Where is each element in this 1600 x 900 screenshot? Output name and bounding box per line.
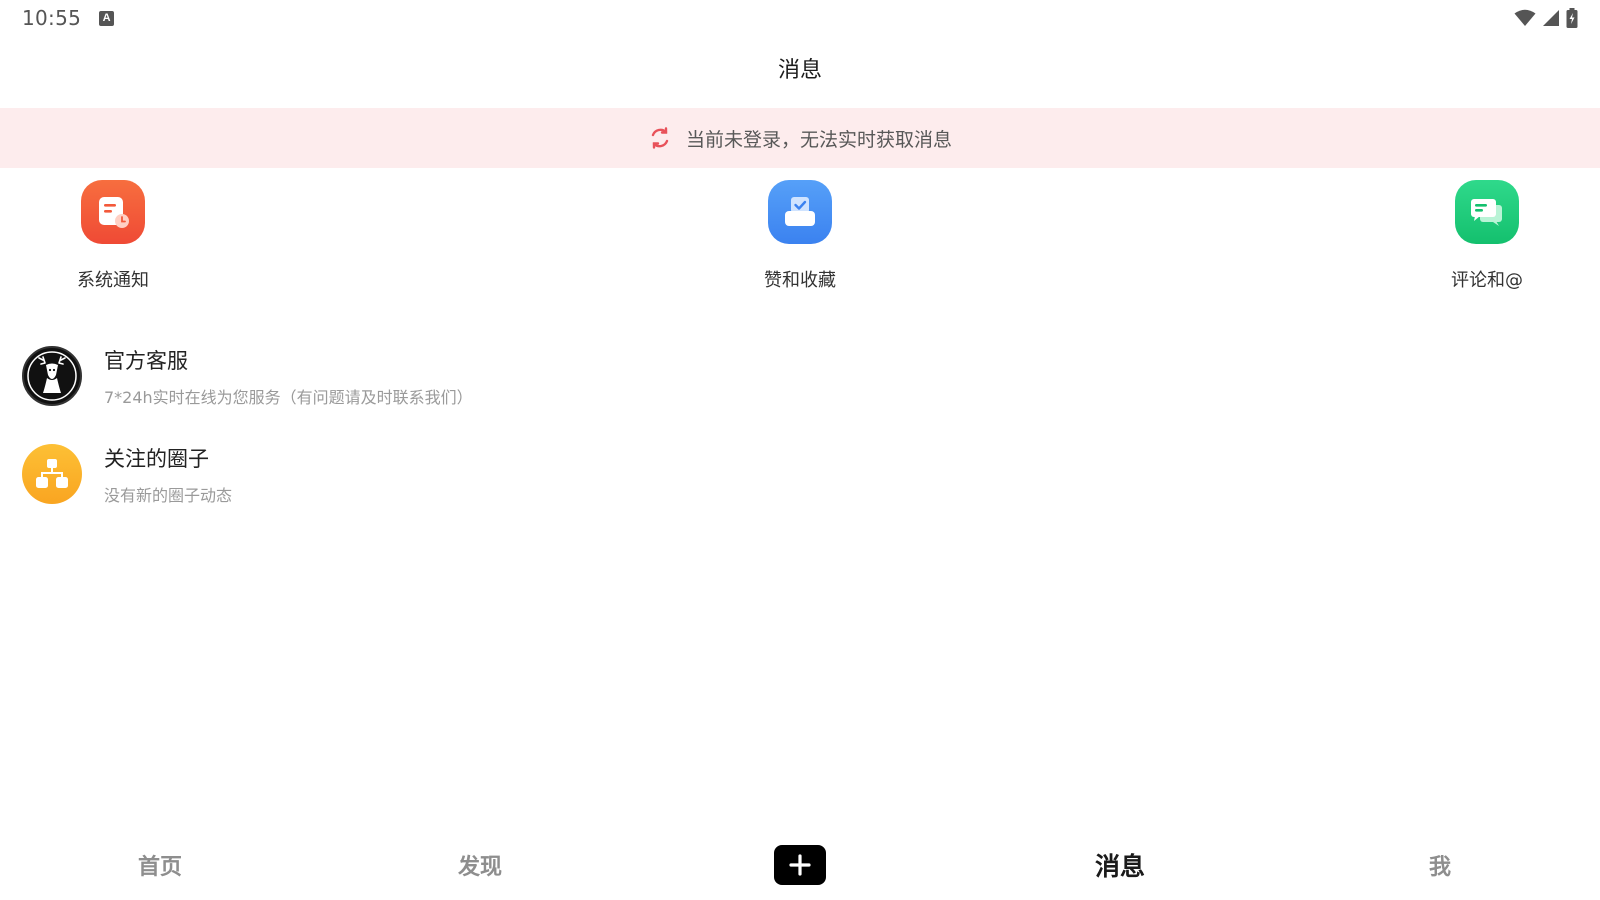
messages-screen: 10:55 A 消息 当前未登录，无法实时获取消息 系统通知 赞和收藏 评论和@… <box>0 0 1600 900</box>
quick-entry-likes-favorites[interactable]: 赞和收藏 <box>720 180 880 292</box>
list-item-followed-circles[interactable]: 关注的圈子 没有新的圈子动态 <box>0 428 1600 520</box>
list-item-text: 关注的圈子 没有新的圈子动态 <box>104 443 232 506</box>
login-banner-text: 当前未登录，无法实时获取消息 <box>685 128 952 151</box>
list-item-official-service[interactable]: 官方客服 7*24h实时在线为您服务（有问题请及时联系我们） <box>0 330 1600 422</box>
status-bar: 10:55 A <box>0 0 1600 36</box>
page-title: 消息 <box>777 58 822 83</box>
battery-charging-icon <box>1566 8 1578 28</box>
inbox-check-icon <box>768 180 832 244</box>
quick-entry-system-notice[interactable]: 系统通知 <box>33 180 193 292</box>
plus-icon <box>774 845 826 885</box>
list-item-title: 关注的圈子 <box>104 446 209 471</box>
status-time: 10:55 <box>22 6 82 30</box>
quick-entry-comments-mentions[interactable]: 评论和@ <box>1407 180 1567 292</box>
tab-me[interactable]: 我 <box>1380 830 1500 900</box>
signal-icon <box>1543 10 1559 26</box>
quick-entry-label: 评论和@ <box>1451 270 1523 291</box>
list-item-subtitle: 7*24h实时在线为您服务（有问题请及时联系我们） <box>104 387 473 407</box>
deer-logo-avatar <box>22 346 82 406</box>
list-item-subtitle: 没有新的圈子动态 <box>104 485 233 505</box>
status-left: 10:55 A <box>22 6 115 30</box>
tab-create[interactable] <box>740 830 860 900</box>
login-banner[interactable]: 当前未登录，无法实时获取消息 <box>0 108 1600 168</box>
wifi-icon <box>1514 9 1536 26</box>
bottom-nav: 首页 发现 消息 我 <box>0 830 1600 900</box>
tab-home[interactable]: 首页 <box>100 830 220 900</box>
tab-discover[interactable]: 发现 <box>420 830 540 900</box>
quick-entry-label: 赞和收藏 <box>764 270 836 291</box>
quick-entry-label: 系统通知 <box>77 270 149 291</box>
chat-bubbles-icon <box>1455 180 1519 244</box>
circle-group-icon <box>22 444 82 504</box>
refresh-icon <box>651 127 669 149</box>
tab-messages[interactable]: 消息 <box>1060 830 1180 900</box>
notice-icon <box>81 180 145 244</box>
list-item-text: 官方客服 7*24h实时在线为您服务（有问题请及时联系我们） <box>104 345 473 408</box>
a-notification-icon: A <box>99 10 115 26</box>
list-item-title: 官方客服 <box>104 348 188 373</box>
status-right <box>1514 8 1578 28</box>
